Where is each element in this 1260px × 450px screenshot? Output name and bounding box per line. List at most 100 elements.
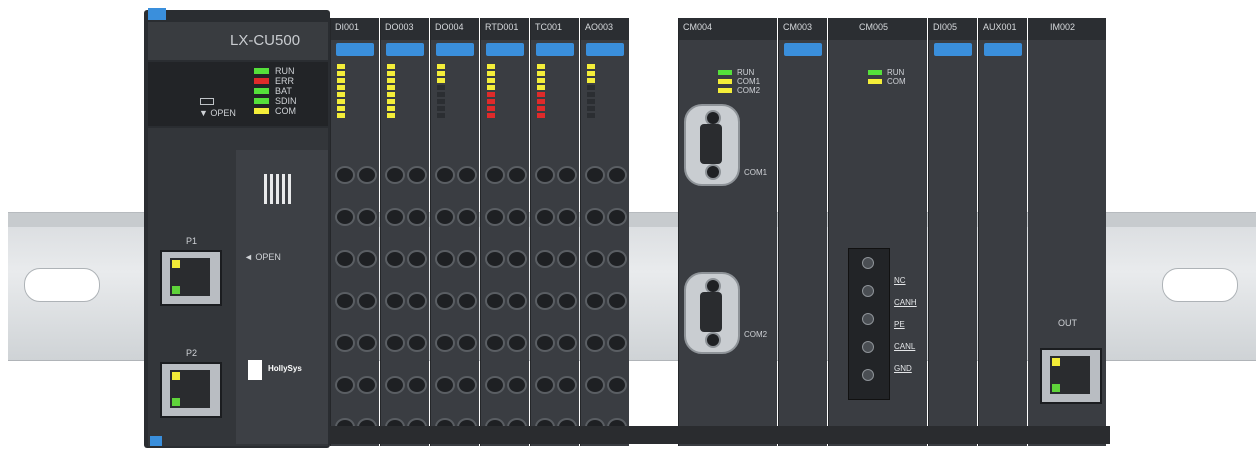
terminal-screw[interactable] [357,208,377,226]
terminal-screw[interactable] [435,208,455,226]
terminal-screw[interactable] [335,376,355,394]
module-latch[interactable] [436,43,474,56]
can-pin-label: NC [894,276,906,285]
terminal-screw[interactable] [585,334,605,352]
terminal-screw[interactable] [585,250,605,268]
terminal-screw[interactable] [585,166,605,184]
terminal-screw[interactable] [335,208,355,226]
led-row: COM [868,77,906,86]
channel-led-icon [387,64,395,69]
terminal-screw[interactable] [607,292,627,310]
terminal-screw[interactable] [335,292,355,310]
terminal-screw[interactable] [457,292,477,310]
terminal-screw[interactable] [607,250,627,268]
terminal-screw[interactable] [407,292,427,310]
terminal-screw[interactable] [485,334,505,352]
channel-led-icon [537,64,545,69]
terminal-screw[interactable] [535,376,555,394]
terminal-screw[interactable] [407,208,427,226]
terminal-screw[interactable] [557,376,577,394]
terminal-screw[interactable] [535,292,555,310]
terminal-screw[interactable] [335,166,355,184]
terminal-screw[interactable] [435,292,455,310]
terminal-screw[interactable] [585,208,605,226]
terminal-screw[interactable] [485,208,505,226]
terminal-screw[interactable] [507,208,527,226]
terminal-screw[interactable] [435,376,455,394]
terminal-screw[interactable] [607,376,627,394]
terminal-screw[interactable] [457,334,477,352]
can-connector[interactable] [848,248,890,400]
terminal-screw[interactable] [557,208,577,226]
terminal-screw[interactable] [335,250,355,268]
terminal-screw[interactable] [357,334,377,352]
terminal-screw[interactable] [485,166,505,184]
terminal-screw[interactable] [435,250,455,268]
terminal-screw[interactable] [357,376,377,394]
terminal-screw[interactable] [507,292,527,310]
terminal-screw[interactable] [585,292,605,310]
terminal-screw[interactable] [357,292,377,310]
ethernet-port-p2[interactable] [160,362,222,418]
terminal-screw[interactable] [385,208,405,226]
channel-leds [537,62,545,120]
terminal-screw[interactable] [457,376,477,394]
terminal-screw[interactable] [607,334,627,352]
terminal-screw[interactable] [457,166,477,184]
channel-led-icon [587,106,595,111]
terminal-screw[interactable] [357,250,377,268]
terminal-screw[interactable] [385,166,405,184]
terminal-screw[interactable] [385,334,405,352]
terminal-screw[interactable] [557,334,577,352]
terminal-screw[interactable] [607,208,627,226]
terminal-screw[interactable] [507,250,527,268]
terminal-screw[interactable] [485,376,505,394]
module-latch[interactable] [386,43,424,56]
channel-led-icon [337,99,345,104]
terminal-screw[interactable] [485,250,505,268]
module-latch[interactable] [984,43,1022,56]
module-latch[interactable] [586,43,624,56]
terminal-screw[interactable] [485,292,505,310]
terminal-screw[interactable] [535,250,555,268]
terminal-screw[interactable] [557,166,577,184]
terminal-screw[interactable] [457,250,477,268]
ethernet-port-p1[interactable] [160,250,222,306]
terminal-screw[interactable] [435,334,455,352]
terminal-screw[interactable] [357,166,377,184]
serial-port-com1[interactable] [684,104,740,186]
terminal-screw[interactable] [385,376,405,394]
module-latch[interactable] [536,43,574,56]
module-latch[interactable] [784,43,822,56]
terminal-screw[interactable] [535,166,555,184]
terminal-screw[interactable] [557,292,577,310]
channel-led-icon [437,106,445,111]
terminal-screw[interactable] [407,250,427,268]
terminal-screw[interactable] [335,334,355,352]
terminal-screw[interactable] [507,166,527,184]
terminal-screw[interactable] [407,166,427,184]
serial-port-com2[interactable] [684,272,740,354]
terminal-screw[interactable] [435,166,455,184]
channel-led-icon [387,106,395,111]
terminal-screw[interactable] [557,250,577,268]
terminal-screw[interactable] [607,166,627,184]
module-latch[interactable] [336,43,374,56]
terminal-screw[interactable] [385,250,405,268]
channel-led-icon [537,92,545,97]
channel-led-icon [487,92,495,97]
terminal-screw[interactable] [585,376,605,394]
terminal-screw[interactable] [507,334,527,352]
terminal-screw[interactable] [507,376,527,394]
module-latch[interactable] [486,43,524,56]
ethernet-port-out[interactable] [1040,348,1102,404]
terminal-screw[interactable] [385,292,405,310]
channel-leds [337,62,345,120]
terminal-screw[interactable] [407,376,427,394]
channel-led-icon [437,64,445,69]
terminal-screw[interactable] [535,208,555,226]
module-latch[interactable] [934,43,972,56]
terminal-screw[interactable] [535,334,555,352]
terminal-screw[interactable] [407,334,427,352]
terminal-screw[interactable] [457,208,477,226]
